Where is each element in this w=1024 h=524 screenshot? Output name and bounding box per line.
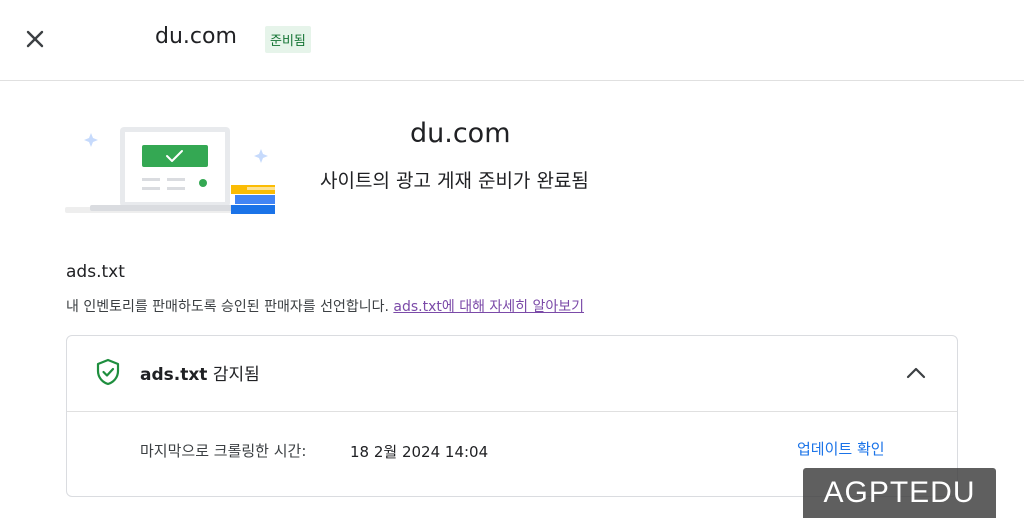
site-ready-status: 사이트의 광고 게재 준비가 완료됨 [320, 170, 589, 192]
hero-site-name: du.com [410, 118, 511, 149]
adstxt-section-title: ads.txt [66, 262, 125, 282]
header-site-name: du.com [155, 24, 237, 49]
adstxt-detected-bold: ads.txt [140, 365, 208, 385]
check-for-updates-link[interactable]: 업데이트 확인 [797, 438, 885, 459]
adstxt-description: 내 인벤토리를 판매하도록 승인된 판매자를 선언합니다. ads.txt에 대… [66, 296, 584, 316]
status-badge: 준비됨 [265, 26, 311, 53]
shield-check-icon [96, 358, 120, 386]
adstxt-description-text: 내 인벤토리를 판매하도록 승인된 판매자를 선언합니다. [66, 299, 394, 315]
close-icon [26, 30, 44, 48]
watermark: AGPTEDU [803, 468, 996, 518]
last-crawled-label: 마지막으로 크롤링한 시간: [140, 442, 307, 460]
adstxt-detected-title: ads.txt 감지됨 [140, 360, 260, 385]
adstxt-card-header[interactable]: ads.txt 감지됨 [67, 336, 957, 412]
adstxt-detected-rest: 감지됨 [207, 365, 260, 385]
close-button[interactable] [20, 24, 50, 54]
last-crawled-value: 18 2월 2024 14:04 [350, 443, 489, 461]
site-ready-illustration [65, 115, 275, 215]
top-header: du.com 준비됨 [0, 0, 1024, 81]
chevron-up-icon[interactable] [903, 360, 929, 386]
adstxt-learn-more-link[interactable]: ads.txt에 대해 자세히 알아보기 [393, 299, 584, 315]
